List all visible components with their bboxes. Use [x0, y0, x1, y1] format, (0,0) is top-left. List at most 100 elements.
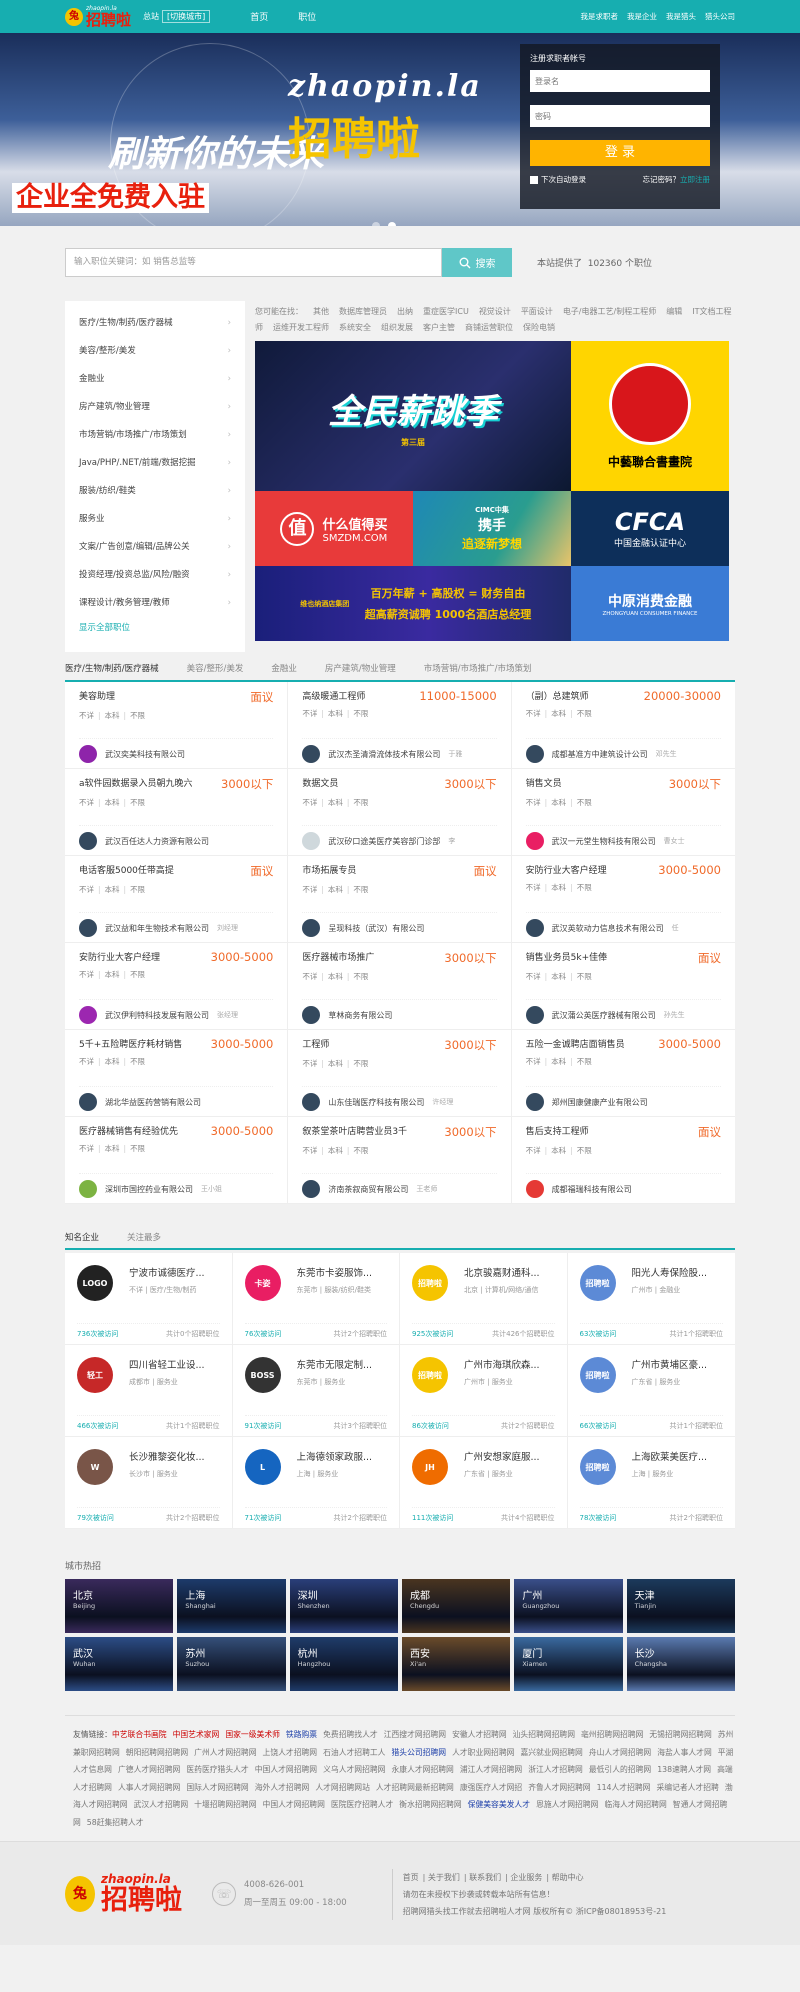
friend-link[interactable]: 最低引人的招聘网 [589, 1765, 651, 1774]
job-card[interactable]: 医疗器械销售有经验优先 3000-5000 不详 | 本科 | 不限 深圳市国控药业有限公司王… [65, 1117, 289, 1204]
recommend-keyword[interactable]: 系统安全 [339, 323, 371, 332]
company-name[interactable]: 长沙雅黎姿化妆... [129, 1449, 220, 1463]
company-name[interactable]: 呈现科技（武汉）有限公司 [328, 923, 424, 934]
company-name[interactable]: 湖北华益医药营销有限公司 [105, 1097, 201, 1108]
category-item[interactable]: Java/PHP/.NET/前端/数据挖掘 › [79, 449, 231, 477]
recommend-keyword[interactable]: 运维开发工程师 [273, 323, 329, 332]
company-card[interactable]: 招聘啦 广州市海琪欣森... 广州市 | 服务业 86次被访问 共计2个招聘职位 [400, 1345, 568, 1437]
footer-link-about[interactable]: 关于我们 [428, 1873, 460, 1882]
checkbox-icon[interactable] [530, 176, 538, 184]
friend-link[interactable]: 江西搜才网招聘网 [384, 1730, 446, 1739]
company-card[interactable]: W 长沙雅黎姿化妆... 长沙市 | 服务业 79次被访问 共计2个招聘职位 [65, 1437, 233, 1529]
company-name[interactable]: 成都基准方中建筑设计公司 [552, 749, 648, 760]
category-item[interactable]: 房产建筑/物业管理 › [79, 393, 231, 421]
footer-logo[interactable]: 兔 zhaopin.la 招聘啦 [65, 1872, 182, 1916]
username-input[interactable] [530, 70, 710, 92]
company-name[interactable]: 山东佳瑞医疗科技有限公司 [328, 1097, 424, 1108]
job-card[interactable]: 市场拓展专员 面议 不详 | 本科 | 不限 呈现科技（武汉）有限公司 [288, 856, 512, 943]
ad-vienna-hotel[interactable]: 维也纳酒店集团 百万年薪 + 高股权 = 财务自由 超高薪资诚聘 1000名酒店总… [255, 566, 571, 641]
company-card[interactable]: JH 广州安想家庭服... 广东省 | 服务业 111次被访问 共计4个招聘职位 [400, 1437, 568, 1529]
company-name[interactable]: 四川省轻工业设... [129, 1357, 220, 1371]
city-tile[interactable]: 上海 Shanghai [177, 1579, 286, 1633]
company-name[interactable]: 宁波市诚德医疗... [129, 1265, 220, 1279]
company-name[interactable]: 武汉奕美科技有限公司 [105, 749, 185, 760]
nav-home[interactable]: 首页 [250, 10, 268, 23]
company-card[interactable]: 招聘啦 阳光人寿保险股... 广州市 | 金融业 63次被访问 共计1个招聘职位 [567, 1253, 735, 1345]
friend-link[interactable]: 国家一级美术师 [225, 1730, 280, 1739]
friend-link[interactable]: 武汉人才招聘网 [134, 1800, 189, 1809]
recommend-keyword[interactable]: 商铺运营职位 [465, 323, 513, 332]
friend-link[interactable]: 浙江人才招聘网 [528, 1765, 583, 1774]
ad-art-academy[interactable]: 中藝聯合書畫院 [571, 341, 729, 491]
friend-link[interactable]: 安徽人才招聘网 [452, 1730, 507, 1739]
footer-link-contact[interactable]: 联系我们 [469, 1873, 501, 1882]
job-card[interactable]: 安防行业大客户经理 3000-5000 不详 | 本科 | 不限 武汉伊利特科技发展有限公司张… [65, 943, 289, 1030]
friend-link[interactable]: 人事人才网招聘网 [118, 1783, 180, 1792]
footer-link-services[interactable]: 企业服务 [510, 1873, 542, 1882]
friend-link[interactable]: 中国人才网招聘网 [255, 1765, 317, 1774]
friend-link[interactable]: 浦江人才网招聘网 [460, 1765, 522, 1774]
category-item[interactable]: 金融业 › [79, 365, 231, 393]
recommend-keyword[interactable]: 视觉设计 [479, 307, 511, 316]
job-title[interactable]: 电话客服5000任带高提 [79, 863, 174, 879]
company-name[interactable]: 成都福瑞科技有限公司 [552, 1184, 632, 1195]
job-title[interactable]: 销售业务员5k+佳俸 [526, 950, 607, 966]
friend-link[interactable]: 康强医疗人才网招 [460, 1783, 522, 1792]
company-card[interactable]: 卡姿 东莞市卡姿服饰... 东莞市 | 服装/纺织/鞋类 76次被访问 共计2个招聘职位 [232, 1253, 400, 1345]
register-link[interactable]: 立即注册 [680, 175, 710, 184]
friend-link[interactable]: 中国艺术家网 [173, 1730, 220, 1739]
forgot-password-link[interactable]: 忘记密码？ [643, 175, 681, 184]
job-card[interactable]: 高级暖通工程师 11000-15000 不详 | 本科 | 不限 武汉杰圣清滑流体技术有限公司… [288, 682, 512, 769]
link-employer[interactable]: 我是企业 [627, 11, 657, 22]
job-title[interactable]: 高级暖通工程师 [302, 689, 365, 703]
ad-salary-season[interactable]: 全民薪跳季 第三届 [255, 341, 571, 491]
friend-link[interactable]: 临海人才网招聘网 [604, 1800, 666, 1809]
company-name[interactable]: 广州市海琪欣森... [464, 1357, 555, 1371]
friend-link[interactable]: 舟山人才网招聘网 [589, 1748, 651, 1757]
job-title[interactable]: 医疗器械销售有经验优先 [79, 1124, 178, 1138]
company-name[interactable]: 上海德领家政服... [297, 1449, 388, 1463]
job-card[interactable]: 电话客服5000任带高提 面议 不详 | 本科 | 不限 武汉益和年生物技术有限公司 刘经理 [65, 856, 289, 943]
job-tab[interactable]: 医疗/生物/制药/医疗器械 [65, 662, 159, 674]
friend-link[interactable]: 铁路购票 [286, 1730, 317, 1739]
city-tile[interactable]: 苏州 Suzhou [177, 1637, 286, 1691]
company-name[interactable]: 武汉矽口途美医疗美容部门诊部 [328, 836, 440, 847]
company-name[interactable]: 阳光人寿保险股... [632, 1265, 724, 1279]
friend-link[interactable]: 广州人才网招聘网 [194, 1748, 256, 1757]
link-headhunter-company[interactable]: 猎头公司 [705, 11, 735, 22]
city-switch-link[interactable]: [切换城市] [162, 10, 211, 23]
job-card[interactable]: 销售业务员5k+佳俸 面议 不详 | 本科 | 不限 武汉蒲公英医疗器械有限公司 孙先生 [511, 943, 735, 1030]
recommend-keyword[interactable]: 平面设计 [521, 307, 553, 316]
recommend-keyword[interactable]: 组织发展 [381, 323, 413, 332]
job-title[interactable]: 5千+五险聘医疗耗材销售 [79, 1037, 182, 1051]
job-card[interactable]: 医疗器械市场推广 3000以下 不详 | 本科 | 不限 草林商务有限公司 [288, 943, 512, 1030]
friend-link[interactable]: 亳州招聘网招聘网 [581, 1730, 643, 1739]
ad-cfca[interactable]: CFCA 中国金融认证中心 [571, 491, 729, 566]
recommend-keyword[interactable]: 编辑 [666, 307, 682, 316]
job-tab[interactable]: 美容/整形/美发 [187, 662, 244, 674]
category-item[interactable]: 医疗/生物/制药/医疗器械 › [79, 309, 231, 337]
recommend-keyword[interactable]: 客户主管 [423, 323, 455, 332]
friend-link[interactable]: 免费招聘找人才 [323, 1730, 378, 1739]
city-tile[interactable]: 长沙 Changsha [626, 1637, 735, 1691]
nav-jobs[interactable]: 职位 [298, 10, 316, 23]
job-card[interactable]: （副）总建筑师 20000-30000 不详 | 本科 | 不限 成都基准方中建筑设计公司 邓先… [511, 682, 735, 769]
friend-link[interactable]: 人才网招聘网站 [315, 1783, 370, 1792]
job-title[interactable]: （副）总建筑师 [526, 689, 589, 703]
company-name[interactable]: 武汉杰圣清滑流体技术有限公司 [328, 749, 440, 760]
job-card[interactable]: 五险一金诚聘店面销售员 3000-5000 不详 | 本科 | 不限 郑州国康健康产业有限公司 [511, 1030, 735, 1117]
job-title[interactable]: 工程师 [302, 1037, 329, 1053]
category-item[interactable]: 市场营销/市场推广/市场策划 › [79, 421, 231, 449]
job-card[interactable]: 安防行业大客户经理 3000-5000 不详 | 本科 | 不限 武汉英软动力信息技术有限公司… [511, 856, 735, 943]
company-name[interactable]: 济南茶叙商贸有限公司 [328, 1184, 408, 1195]
hero-banner[interactable]: zhaopin.la 刷新你的未来 招聘啦 企业全免费入驻 注册求职者帐号 登 … [0, 33, 800, 226]
city-tile[interactable]: 厦门 Xiamen [514, 1637, 623, 1691]
friend-link[interactable]: 中国人才网招聘网 [263, 1800, 325, 1809]
friend-link[interactable]: 医药医疗猎头人才 [186, 1765, 248, 1774]
ad-cimc[interactable]: CIMC中集 携手 追逐新梦想 [413, 491, 571, 566]
city-tile[interactable]: 杭州 Hangzhou [289, 1637, 398, 1691]
friend-link[interactable]: 海外人才招聘网 [255, 1783, 310, 1792]
job-card[interactable]: 美容助理 面议 不详 | 本科 | 不限 武汉奕美科技有限公司 [65, 682, 289, 769]
job-tab[interactable]: 金融业 [271, 662, 297, 674]
city-tile[interactable]: 天津 Tianjin [626, 1579, 735, 1633]
